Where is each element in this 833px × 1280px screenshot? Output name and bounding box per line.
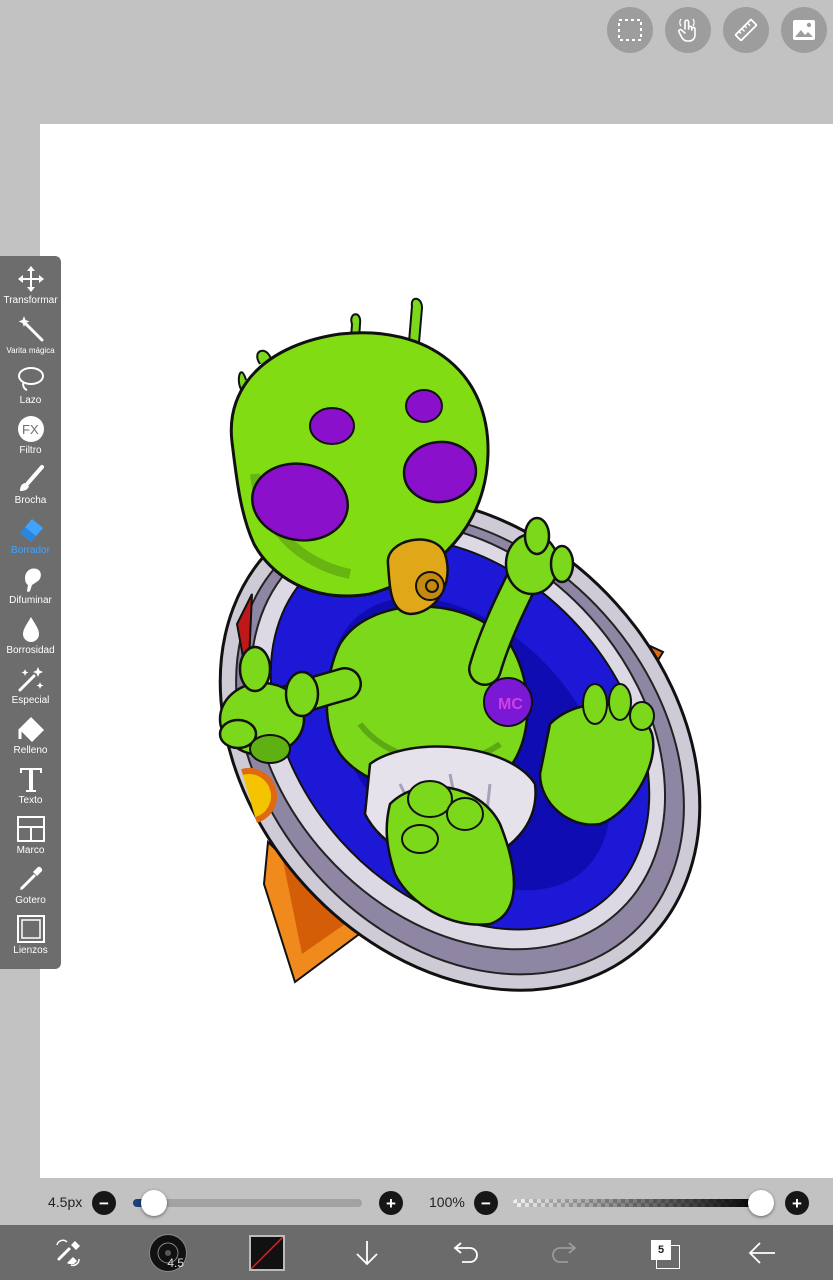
magic-wand-icon bbox=[16, 314, 46, 344]
brush-size-value: 4.5 bbox=[167, 1255, 184, 1270]
bottom-toolbar: 4.5 5 bbox=[0, 1225, 833, 1280]
tool-brush[interactable]: Brocha bbox=[0, 456, 61, 506]
canvas-icon bbox=[16, 914, 46, 944]
tool-frame[interactable]: Marco bbox=[0, 806, 61, 856]
layer-count: 5 bbox=[651, 1239, 671, 1260]
tool-eraser[interactable]: Borrador bbox=[0, 506, 61, 556]
color-button[interactable] bbox=[248, 1225, 286, 1280]
color-swatch bbox=[249, 1234, 285, 1271]
tool-special[interactable]: Especial bbox=[0, 656, 61, 706]
undo-button[interactable] bbox=[448, 1225, 482, 1280]
eraser-icon bbox=[16, 514, 46, 544]
brush-size-preview: 4.5 bbox=[149, 1233, 187, 1272]
svg-text:MC: MC bbox=[498, 696, 523, 713]
top-toolbar bbox=[607, 7, 827, 53]
opacity-decrease-button[interactable]: − bbox=[474, 1191, 498, 1215]
brush-sliders: 4.5px − + 100% − + bbox=[0, 1186, 833, 1220]
artwork-alien-baby: MC bbox=[218, 297, 702, 992]
gesture-button[interactable] bbox=[665, 7, 711, 53]
svg-text:FX: FX bbox=[22, 422, 39, 437]
reference-image-button[interactable] bbox=[781, 7, 827, 53]
opacity-label: 100% bbox=[429, 1194, 465, 1210]
tool-sidebar: Transformar Varita mágica Lazo FX Filtro… bbox=[0, 256, 61, 969]
opacity-increase-button[interactable]: + bbox=[785, 1191, 809, 1215]
opacity-slider-handle[interactable] bbox=[748, 1190, 774, 1216]
redo-button[interactable] bbox=[548, 1225, 582, 1280]
move-icon bbox=[16, 264, 46, 294]
layers-button[interactable]: 5 bbox=[648, 1225, 680, 1280]
download-icon bbox=[356, 1240, 378, 1265]
tool-fill[interactable]: Relleno bbox=[0, 706, 61, 756]
tool-blur[interactable]: Borrosidad bbox=[0, 606, 61, 656]
swap-tool-button[interactable] bbox=[50, 1225, 88, 1280]
opacity-slider[interactable] bbox=[513, 1199, 761, 1207]
tool-canvas[interactable]: Lienzos bbox=[0, 906, 61, 956]
redo-icon bbox=[552, 1241, 577, 1263]
frame-icon bbox=[16, 814, 46, 844]
selection-button[interactable] bbox=[607, 7, 653, 53]
eyedropper-icon bbox=[16, 864, 46, 894]
lasso-icon bbox=[16, 364, 46, 394]
tool-transform[interactable]: Transformar bbox=[0, 256, 61, 306]
sparkle-icon bbox=[16, 664, 46, 694]
brush-size-label: 4.5px bbox=[48, 1194, 83, 1210]
image-icon bbox=[793, 20, 815, 40]
text-icon bbox=[16, 764, 46, 794]
tool-label: Lienzos bbox=[13, 945, 48, 956]
smudge-icon bbox=[16, 564, 46, 594]
back-button[interactable] bbox=[744, 1225, 780, 1280]
size-decrease-button[interactable]: − bbox=[92, 1191, 116, 1215]
tool-filter[interactable]: FX Filtro bbox=[0, 406, 61, 456]
tool-lasso[interactable]: Lazo bbox=[0, 356, 61, 406]
hand-gesture-icon bbox=[678, 18, 696, 42]
download-button[interactable] bbox=[350, 1225, 384, 1280]
tool-text[interactable]: Texto bbox=[0, 756, 61, 806]
back-arrow-icon bbox=[748, 1241, 775, 1264]
blur-drop-icon bbox=[16, 614, 46, 644]
undo-icon bbox=[453, 1241, 478, 1263]
fx-icon: FX bbox=[16, 414, 46, 444]
drawing-canvas[interactable]: MC bbox=[40, 124, 833, 1178]
swap-tool-icon bbox=[56, 1239, 80, 1266]
ruler-icon bbox=[734, 18, 758, 42]
layers-icon: 5 bbox=[651, 1239, 680, 1269]
tool-smudge[interactable]: Difuminar bbox=[0, 556, 61, 606]
fill-bucket-icon bbox=[16, 714, 46, 744]
selection-icon bbox=[618, 19, 642, 41]
size-increase-button[interactable]: + bbox=[379, 1191, 403, 1215]
brush-size-button[interactable]: 4.5 bbox=[148, 1225, 188, 1280]
ruler-button[interactable] bbox=[723, 7, 769, 53]
brush-icon bbox=[16, 464, 46, 494]
size-slider-handle[interactable] bbox=[140, 1190, 167, 1216]
tool-eyedropper[interactable]: Gotero bbox=[0, 856, 61, 906]
tool-magic-wand[interactable]: Varita mágica bbox=[0, 306, 61, 356]
size-slider[interactable] bbox=[133, 1199, 362, 1207]
